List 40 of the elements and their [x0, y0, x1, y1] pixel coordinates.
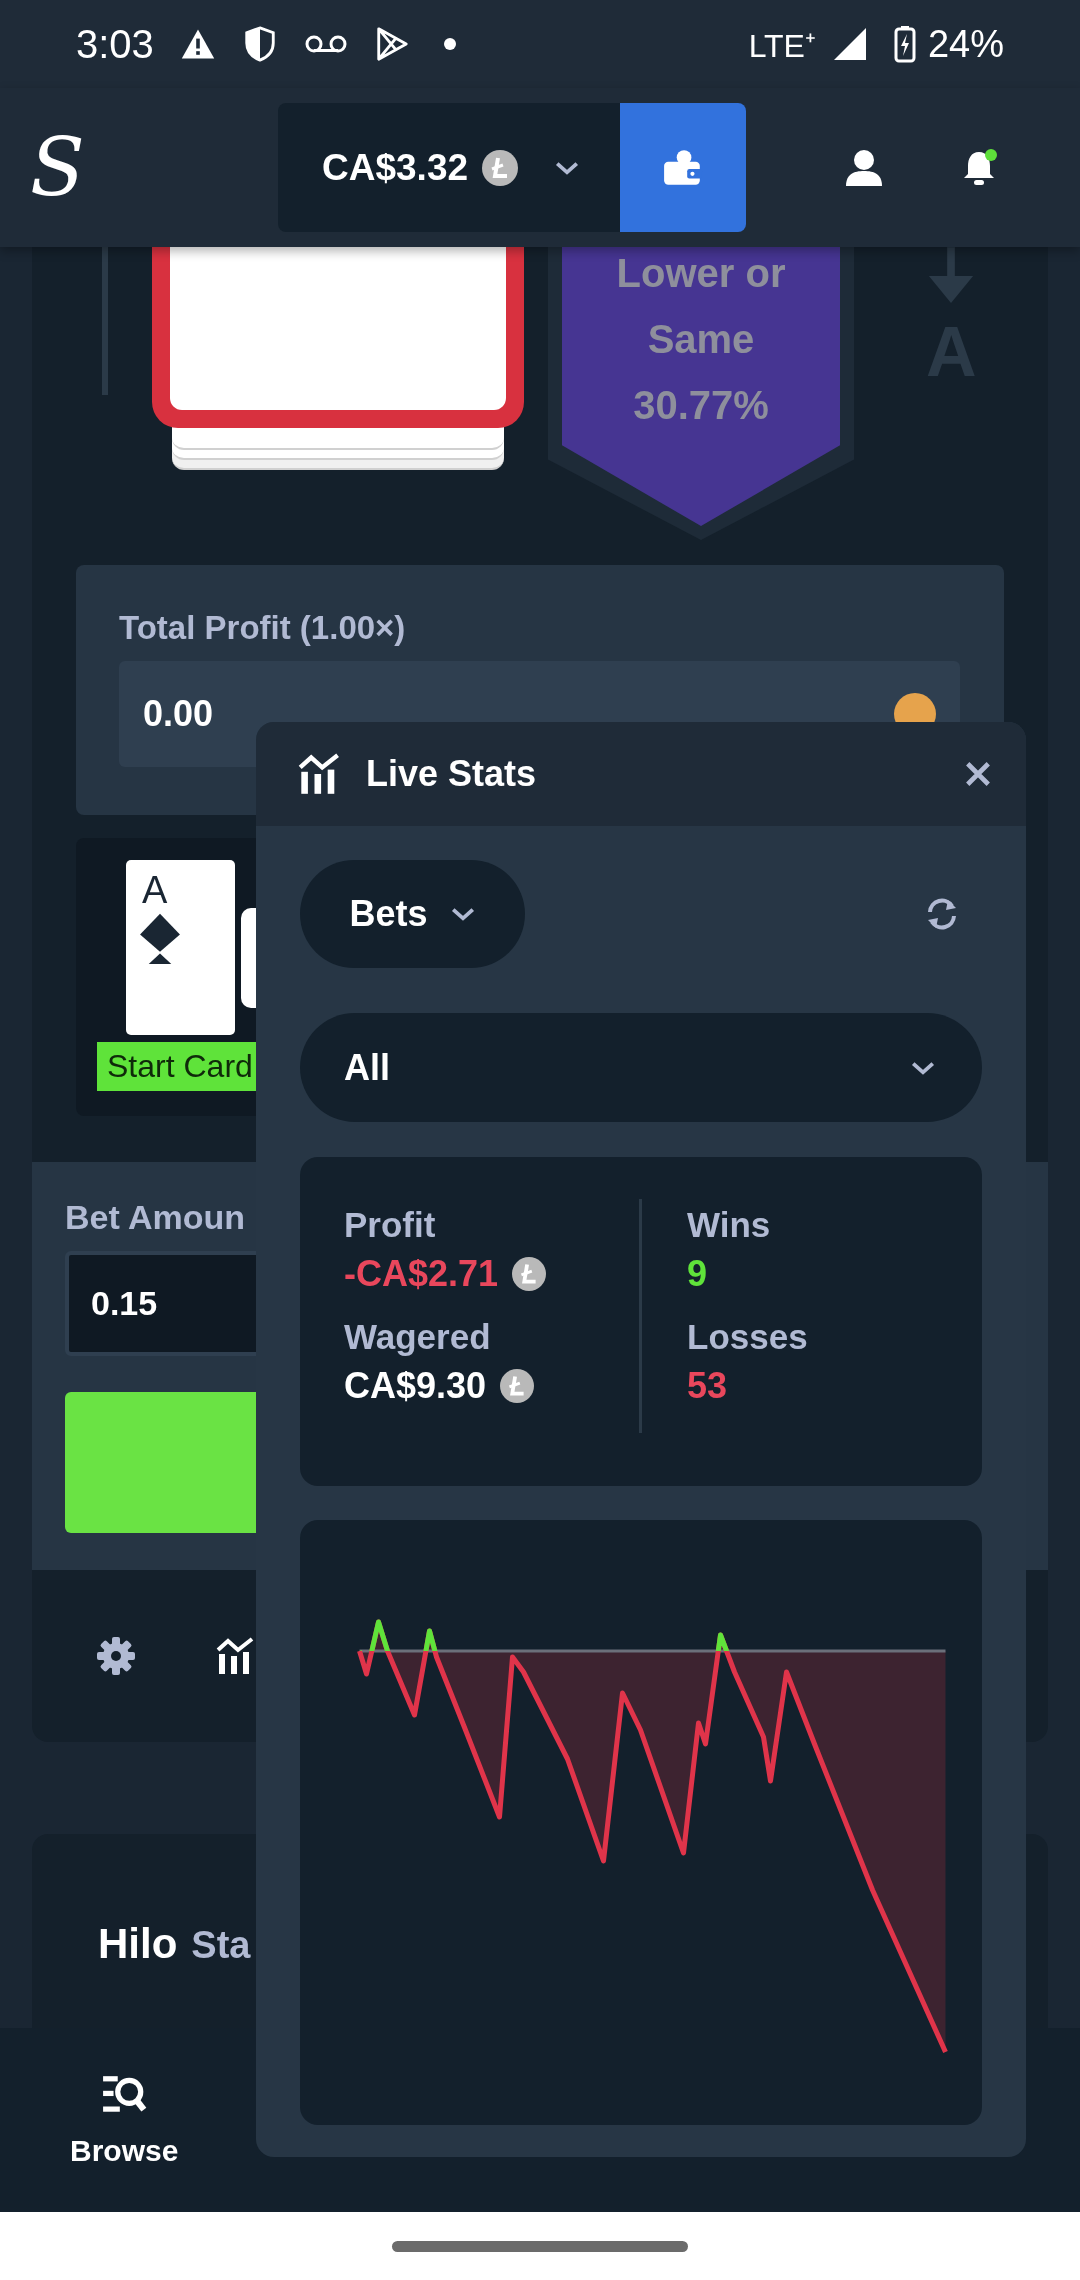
stat-label: Losses [687, 1317, 808, 1356]
field-label: Bet Amoun [65, 1198, 246, 1237]
nav-tab[interactable]: Browse [70, 2028, 179, 2212]
spade-icon [138, 911, 182, 964]
stats-icon[interactable] [216, 1636, 256, 1676]
home-indicator[interactable] [392, 2240, 688, 2252]
prediction-text: Same [647, 316, 755, 363]
arrow-down-icon [927, 247, 976, 305]
stat-label: Wins [687, 1205, 771, 1244]
prediction-text: Lower or [616, 250, 786, 297]
close-icon[interactable] [964, 760, 992, 788]
battery-icon [893, 25, 916, 63]
section-tab[interactable]: Sta [191, 1924, 251, 1967]
playing-card: A [126, 860, 235, 1035]
stat-value: CA$9.30 [344, 1365, 487, 1407]
chevron-down-icon [554, 159, 581, 176]
stat-label: Profit [344, 1205, 436, 1244]
stats-icon [298, 752, 342, 796]
chevron-down-icon [910, 1059, 936, 1076]
voicemail-icon [303, 33, 348, 55]
balance-dropdown[interactable]: CA$3.32 [278, 103, 621, 232]
notification-dot-icon [443, 38, 456, 50]
wallet-button[interactable] [620, 103, 747, 232]
stat-label: Wagered [344, 1317, 491, 1356]
logo[interactable]: S [30, 127, 190, 208]
battery-level: 24% [927, 22, 1004, 66]
stat-value: 53 [687, 1365, 728, 1407]
stat-value: -CA$2.71 [344, 1253, 499, 1295]
stat-value: 9 [687, 1253, 708, 1295]
section-title: Hilo [98, 1920, 178, 1968]
field-label: Total Profit (1.00×) [119, 609, 406, 647]
status-time: 3:03 [76, 21, 154, 67]
network-type: LTE⁺ [748, 26, 816, 66]
coin-icon [482, 149, 519, 186]
range-dropdown[interactable]: All [300, 1013, 982, 1122]
chevron-down-icon [449, 906, 476, 922]
bets-dropdown[interactable]: Bets [300, 860, 525, 968]
prediction-text: 30.77% [633, 382, 769, 429]
settings-icon[interactable] [96, 1636, 136, 1676]
user-icon[interactable] [844, 147, 885, 188]
